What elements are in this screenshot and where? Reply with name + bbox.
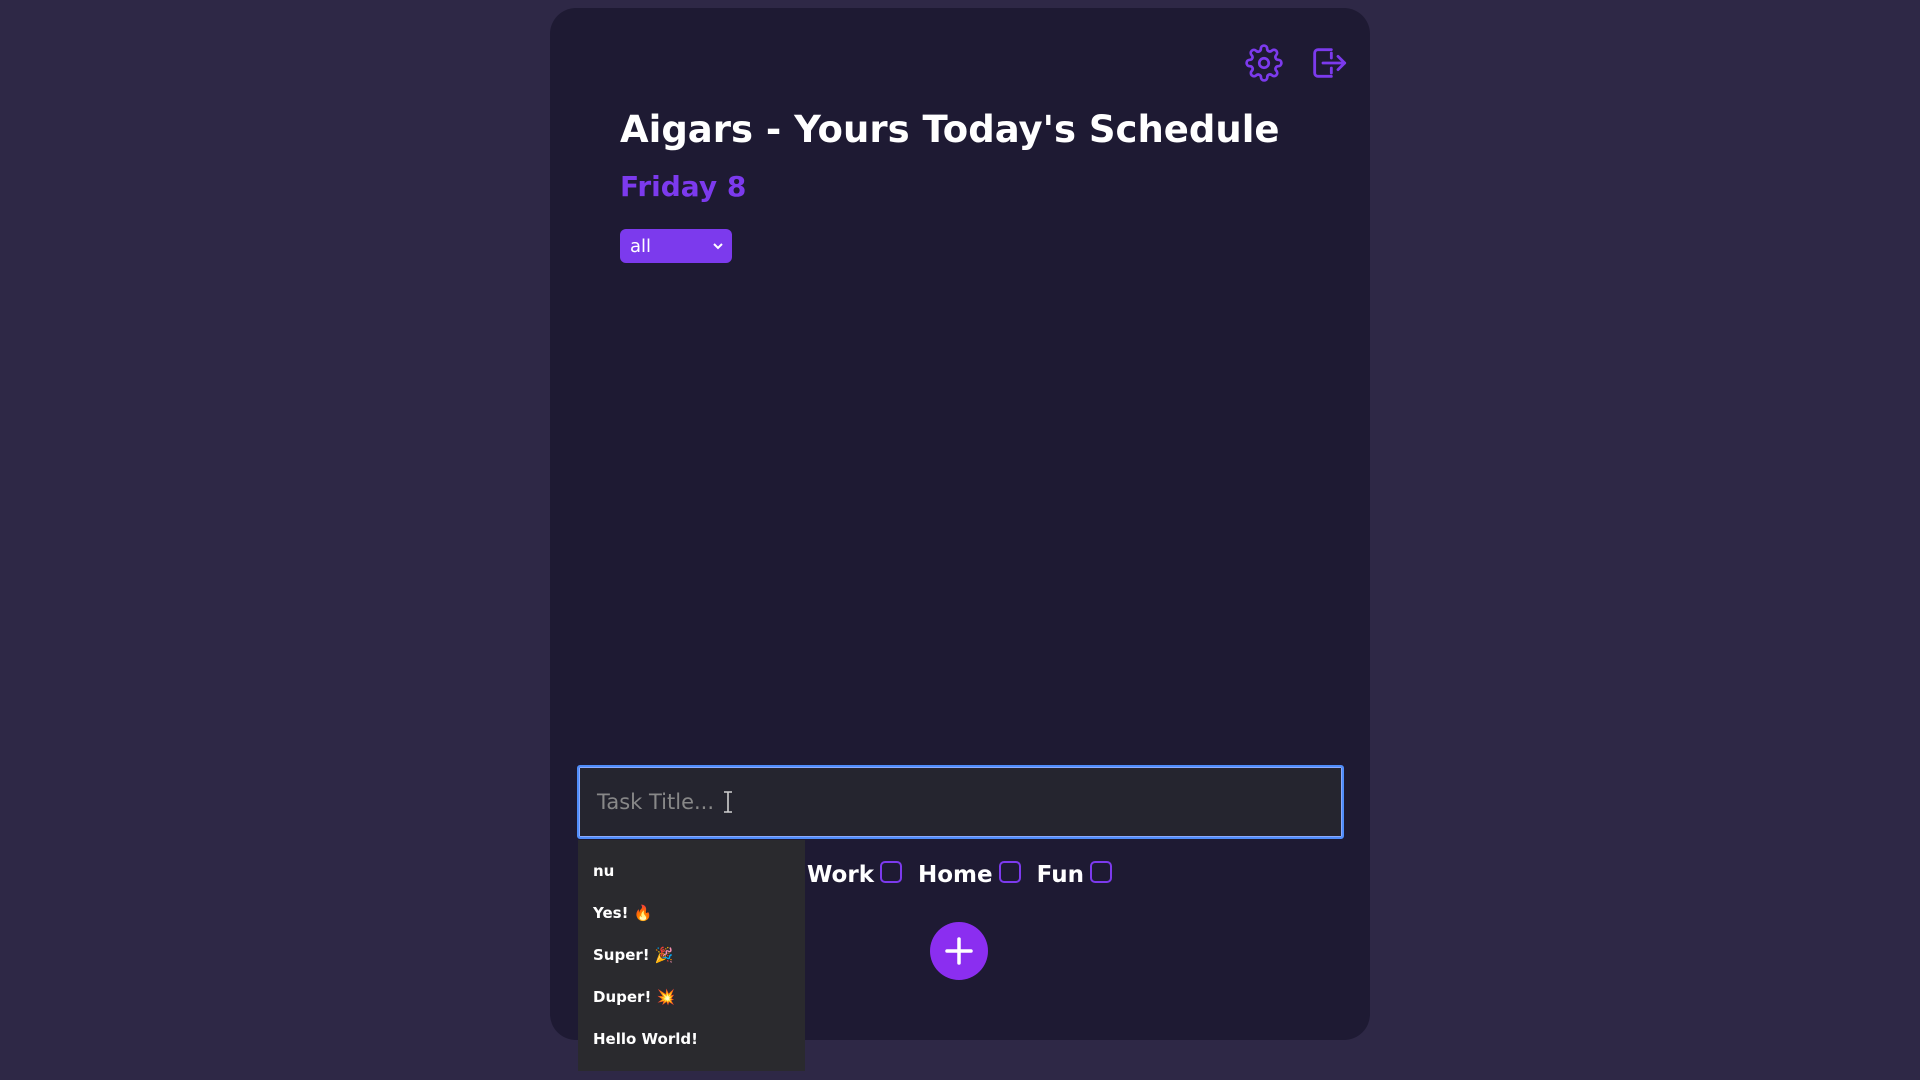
- home-checkbox[interactable]: [998, 861, 1021, 883]
- logout-icon: [1313, 48, 1347, 78]
- suggestion-item[interactable]: Super! 🎉: [578, 944, 805, 986]
- add-task-button[interactable]: [930, 922, 988, 980]
- task-title-input[interactable]: Task Title...: [577, 765, 1344, 839]
- category-label: Work: [807, 862, 874, 888]
- category-label: Fun: [1036, 862, 1084, 888]
- suggestion-item[interactable]: Duper! 💥: [578, 986, 805, 1028]
- suggestion-item[interactable]: nu: [578, 860, 805, 902]
- top-toolbar: [1244, 42, 1348, 84]
- category-fun: Fun: [1036, 861, 1112, 888]
- plus-icon: [945, 937, 973, 965]
- work-checkbox[interactable]: [880, 861, 902, 883]
- settings-button[interactable]: [1244, 42, 1284, 84]
- date-label: Friday 8: [620, 170, 747, 203]
- chevron-down-icon: [713, 243, 723, 250]
- fun-checkbox[interactable]: [1089, 861, 1112, 883]
- category-home: Home: [918, 861, 1021, 888]
- category-label: Home: [918, 862, 993, 888]
- gear-icon: [1245, 44, 1283, 82]
- category-work: Work: [807, 861, 902, 888]
- logout-button[interactable]: [1308, 42, 1348, 84]
- text-cursor-icon: [724, 791, 733, 813]
- task-title-placeholder: Task Title...: [597, 790, 715, 814]
- filter-select[interactable]: all: [620, 229, 732, 263]
- suggestion-item[interactable]: Hello World!: [578, 1028, 805, 1070]
- category-checkboxes: Work Home Fun: [807, 861, 1112, 888]
- filter-selected-value: all: [630, 235, 652, 257]
- page-title: Aigars - Yours Today's Schedule: [620, 108, 1280, 151]
- autocomplete-dropdown: nu Yes! 🔥 Super! 🎉 Duper! 💥 Hello World!: [578, 840, 805, 1071]
- suggestion-item[interactable]: Yes! 🔥: [578, 902, 805, 944]
